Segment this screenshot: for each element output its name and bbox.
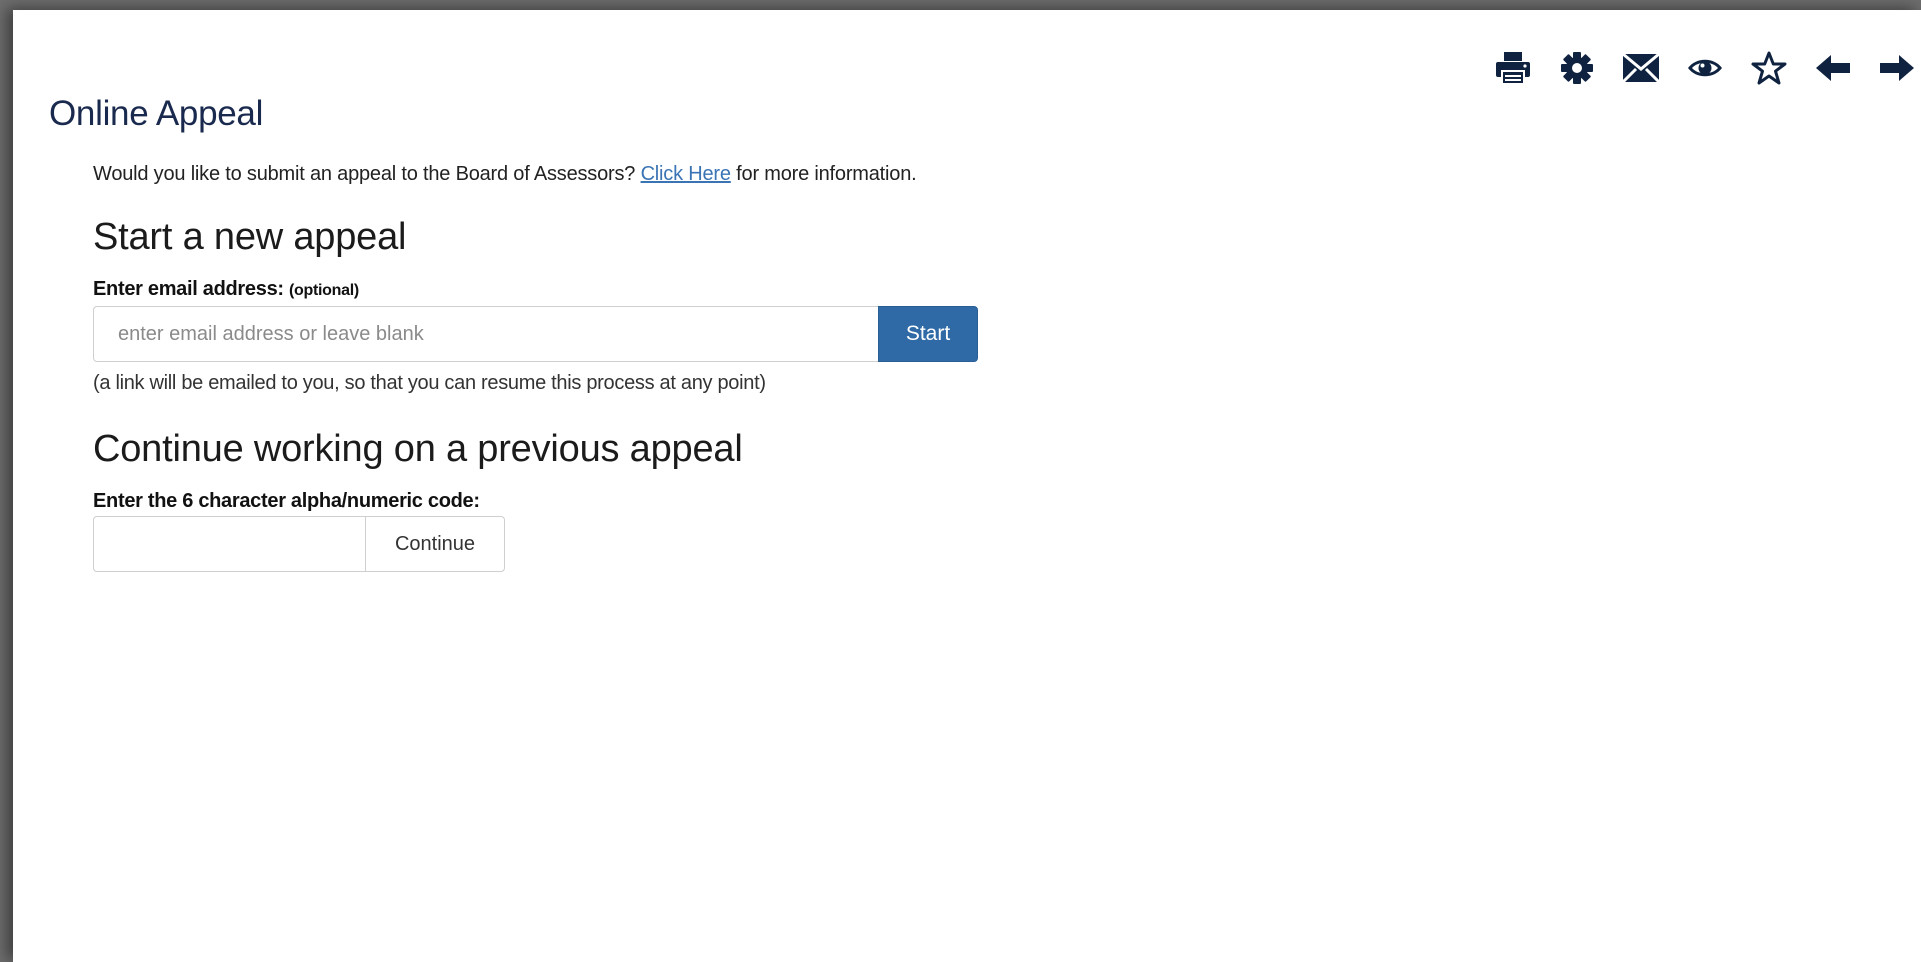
page-frame: Online Appeal Would you like to submit a… <box>13 10 1921 962</box>
main-content: Would you like to submit an appeal to th… <box>93 160 1093 572</box>
toolbar <box>1493 48 1917 88</box>
intro-suffix: for more information. <box>736 163 917 185</box>
code-label: Enter the 6 character alpha/numeric code… <box>93 490 480 512</box>
printer-icon[interactable] <box>1493 48 1533 88</box>
click-here-link[interactable]: Click Here <box>641 163 731 185</box>
gear-icon[interactable] <box>1557 48 1597 88</box>
code-input[interactable] <box>93 516 365 572</box>
arrow-right-icon[interactable] <box>1877 48 1917 88</box>
start-appeal-heading: Start a new appeal <box>93 216 407 258</box>
intro-text: Would you like to submit an appeal to th… <box>93 160 1093 188</box>
eye-icon[interactable] <box>1685 48 1725 88</box>
star-icon[interactable] <box>1749 48 1789 88</box>
code-input-group: Continue <box>93 516 505 572</box>
page-title: Online Appeal <box>49 94 264 133</box>
start-button[interactable]: Start <box>878 306 978 362</box>
continue-appeal-heading: Continue working on a previous appeal <box>93 428 743 470</box>
email-note: (a link will be emailed to you, so that … <box>93 372 766 394</box>
email-input[interactable] <box>93 306 878 362</box>
email-input-group: Start <box>93 306 978 362</box>
arrow-left-icon[interactable] <box>1813 48 1853 88</box>
intro-prefix: Would you like to submit an appeal to th… <box>93 163 636 185</box>
email-label-text: Enter email address: <box>93 278 284 300</box>
continue-button[interactable]: Continue <box>365 516 505 572</box>
email-label: Enter email address: (optional) <box>93 278 359 301</box>
mail-icon[interactable] <box>1621 48 1661 88</box>
optional-tag: (optional) <box>289 282 359 299</box>
